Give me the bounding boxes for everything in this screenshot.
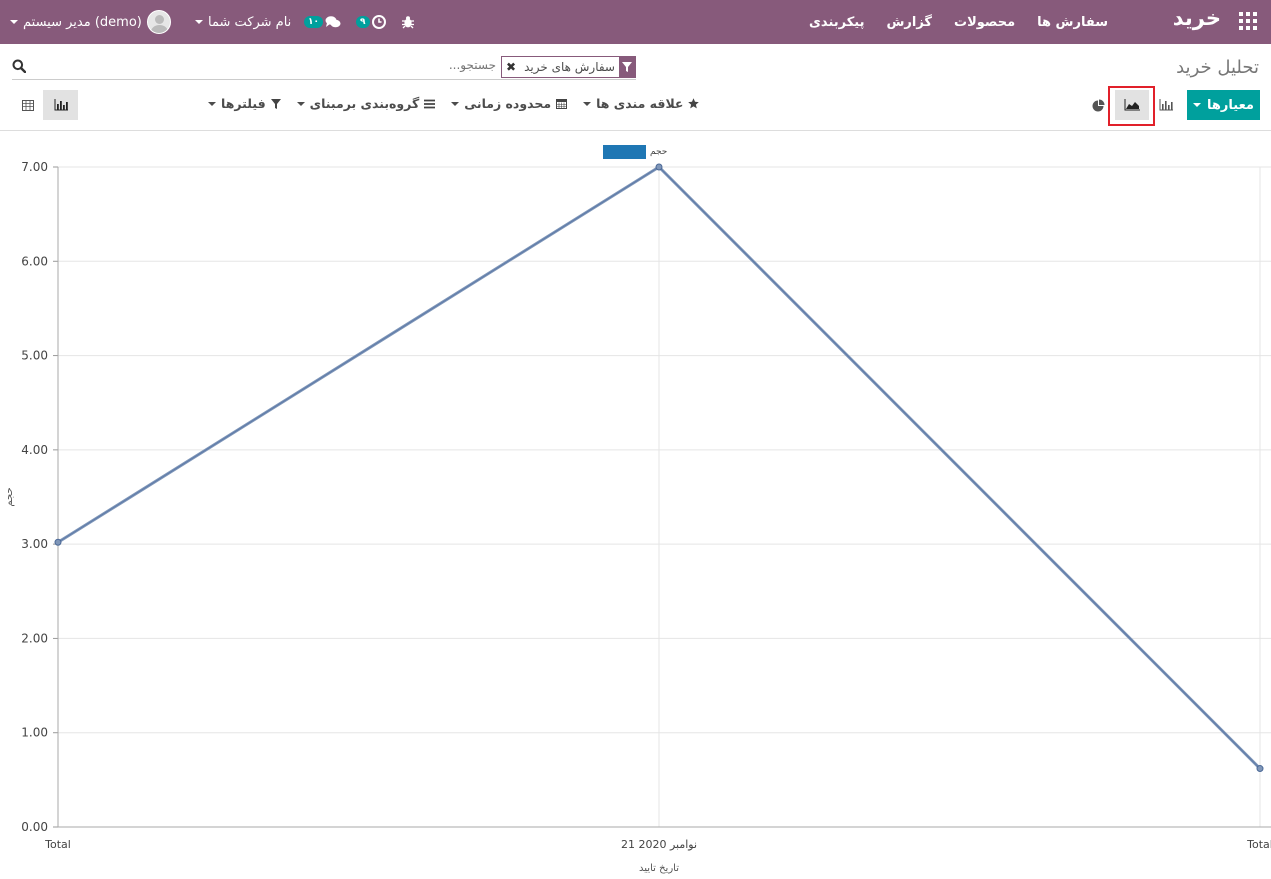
menu-item-reporting[interactable]: گزارش: [886, 15, 932, 30]
pie-chart-mode-button[interactable]: [1090, 90, 1106, 120]
chevron-down-icon: [296, 101, 305, 106]
y-tick-label: 0.00: [21, 820, 48, 834]
chat-icon: [325, 16, 341, 28]
y-tick-label: 2.00: [21, 631, 48, 645]
legend-swatch: [603, 145, 646, 159]
y-tick-label: 7.00: [21, 160, 48, 174]
search-facet: سفارش های خرید ✖: [501, 56, 636, 78]
messages-badge: ۱۰: [304, 16, 323, 28]
search-bar: سفارش های خرید ✖: [12, 56, 636, 80]
main-menu: سفارش ها محصولات گزارش پیکربندی: [809, 0, 1108, 44]
highlight-box: [1108, 86, 1155, 126]
y-tick-label: 4.00: [21, 443, 48, 457]
pivot-view-button[interactable]: [18, 90, 38, 120]
user-menu[interactable]: مدیر سیستم (demo): [10, 0, 171, 44]
x-tick-label: 21 نوامبر 2020: [621, 838, 697, 851]
filters-dropdown[interactable]: فیلترها: [208, 96, 281, 111]
x-tick-label: Total: [1246, 838, 1271, 851]
table-icon: [22, 99, 34, 111]
company-name: نام شرکت شما: [208, 14, 292, 30]
avatar: [146, 10, 171, 34]
y-tick-label: 3.00: [21, 537, 48, 551]
close-icon[interactable]: ✖: [502, 57, 520, 77]
filter-icon: [619, 57, 635, 77]
chevron-down-icon: [451, 101, 460, 106]
chevron-down-icon: [583, 101, 592, 106]
groupby-label: گروه‌بندی برمبنای: [309, 96, 420, 111]
chevron-down-icon: [195, 20, 203, 24]
top-navbar: خرید سفارش ها محصولات گزارش پیکربندی مدی…: [0, 0, 1271, 44]
data-point: [54, 538, 62, 546]
data-point: [1256, 765, 1264, 773]
search-icon[interactable]: [12, 59, 26, 73]
filter-icon: [270, 98, 281, 109]
bar-chart-mode-button[interactable]: [1158, 90, 1174, 120]
timerange-dropdown[interactable]: محدوده زمانی: [451, 96, 568, 111]
filters-label: فیلترها: [221, 96, 266, 111]
bar-chart-icon: [54, 99, 68, 111]
menu-item-products[interactable]: محصولات: [954, 15, 1015, 30]
calendar-icon: [556, 99, 568, 109]
user-name: مدیر سیستم (demo): [23, 14, 142, 30]
y-tick-label: 5.00: [21, 349, 48, 363]
groupby-dropdown[interactable]: گروه‌بندی برمبنای: [296, 96, 436, 111]
bug-icon: [402, 16, 414, 29]
chart-area: 0.00 1.00 2.00 3.00 4.00 5.00 6.00 7.00 Total 21 …: [0, 131, 1271, 879]
messaging-menu[interactable]: ۱۰: [304, 0, 341, 44]
app-brand[interactable]: خرید: [1173, 6, 1221, 30]
x-axis-label: تاریخ تایید: [639, 863, 679, 874]
menu-item-orders[interactable]: سفارش ها: [1037, 15, 1108, 30]
search-input[interactable]: [296, 58, 496, 72]
star-icon: [688, 98, 700, 109]
chevron-down-icon: [208, 101, 216, 106]
company-switcher[interactable]: نام شرکت شما: [195, 0, 291, 44]
apps-menu-icon[interactable]: [1239, 12, 1257, 30]
x-tick-label: Total: [44, 838, 71, 851]
pie-chart-icon: [1092, 99, 1104, 111]
chevron-down-icon: [1193, 103, 1202, 107]
y-tick-label: 1.00: [21, 726, 48, 740]
legend-label: حجم: [650, 147, 667, 157]
y-tick-label: 6.00: [21, 254, 48, 268]
favorites-dropdown[interactable]: علاقه مندی ها: [583, 96, 700, 111]
favorites-label: علاقه مندی ها: [596, 96, 684, 111]
y-axis-label: حجم: [4, 487, 15, 506]
debug-menu[interactable]: [401, 0, 415, 44]
facet-label: سفارش های خرید: [524, 60, 615, 74]
chevron-down-icon: [10, 20, 18, 24]
page-title: تحلیل خرید: [1176, 57, 1259, 78]
list-icon: [424, 99, 436, 108]
activity-menu[interactable]: ۹: [356, 0, 386, 44]
search-options: فیلترها گروه‌بندی برمبنای محدوده زمانی ع…: [208, 96, 700, 111]
menu-item-configuration[interactable]: پیکربندی: [809, 15, 864, 30]
data-point: [655, 163, 663, 171]
timerange-label: محدوده زمانی: [464, 96, 552, 111]
activities-badge: ۹: [356, 16, 370, 28]
bar-chart-icon: [1159, 99, 1173, 111]
measures-button[interactable]: معیارها: [1187, 90, 1260, 120]
graph-view-button[interactable]: [43, 90, 78, 120]
measures-label: معیارها: [1207, 97, 1254, 113]
line-chart: 0.00 1.00 2.00 3.00 4.00 5.00 6.00 7.00 Total 21 …: [4, 145, 1271, 874]
clock-icon: [371, 15, 386, 29]
